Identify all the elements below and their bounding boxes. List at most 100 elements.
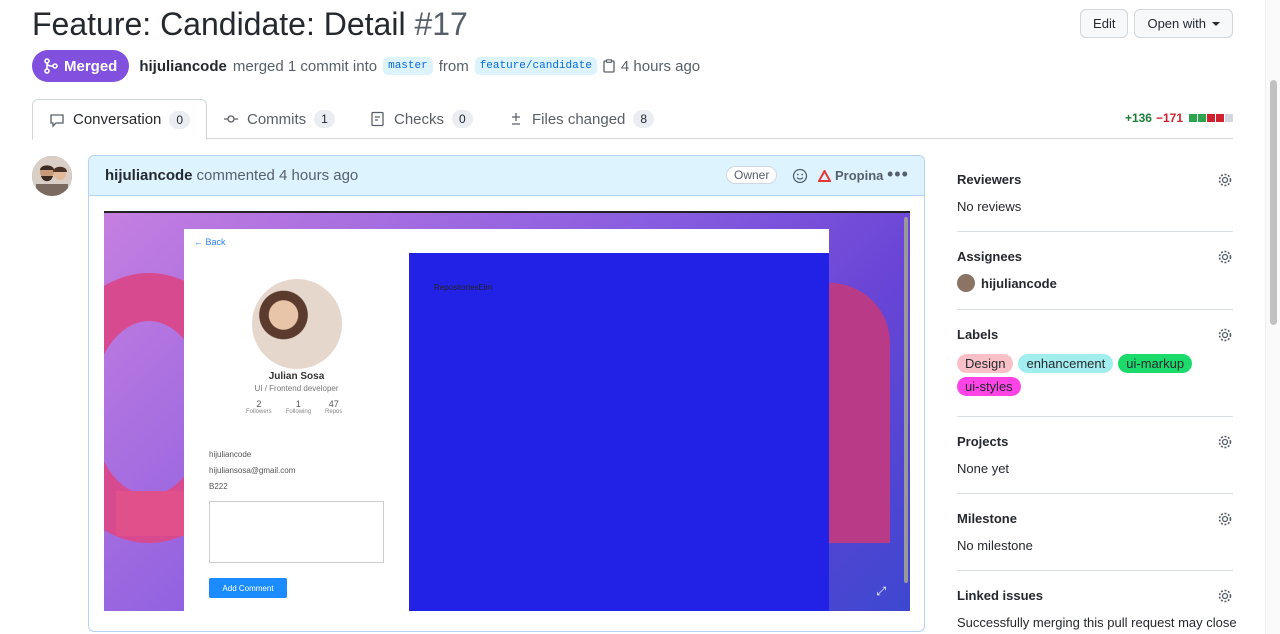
- author-avatar[interactable]: [32, 156, 72, 196]
- page-scrollbar[interactable]: [1265, 0, 1280, 634]
- checklist-icon: [371, 111, 384, 127]
- linked-issues-value: Successfully merging this pull request m…: [957, 615, 1237, 630]
- stat-value: 47: [328, 399, 339, 409]
- info-user: hijuliancode: [209, 450, 252, 459]
- propina-label: Propina: [835, 168, 884, 183]
- smiley-icon[interactable]: [792, 168, 808, 184]
- top-actions: Edit Open with: [1080, 9, 1233, 38]
- gear-icon[interactable]: [1217, 172, 1233, 188]
- open-with-button[interactable]: Open with: [1134, 9, 1233, 38]
- tab-checks-label: Checks: [394, 110, 445, 128]
- label-enhancement[interactable]: enhancement: [1018, 354, 1114, 373]
- stat-label: Following: [285, 409, 312, 415]
- add-comment-button-preview: Add Comment: [209, 578, 287, 598]
- avatar-image: [32, 156, 72, 196]
- edit-button[interactable]: Edit: [1080, 9, 1129, 38]
- gear-icon[interactable]: [1217, 588, 1233, 604]
- comment-author-link[interactable]: hijuliancode: [105, 167, 193, 184]
- comment-icon: [50, 113, 64, 128]
- comment-meta: commented 4 hours ago: [196, 167, 359, 184]
- label-design[interactable]: Design: [957, 354, 1014, 373]
- profile-stats: 2 Followers 1 Following 47 Repos: [246, 399, 342, 415]
- reviewers-value: No reviews: [957, 199, 1022, 214]
- merge-icon: [44, 58, 58, 74]
- from-text: from: [438, 57, 469, 75]
- gear-icon[interactable]: [1217, 249, 1233, 265]
- milestone-value: No milestone: [957, 538, 1033, 553]
- labels-title[interactable]: Labels: [957, 327, 1233, 342]
- app-window: ← Back RepositoriesElm Julian Sosa UI / …: [184, 229, 829, 611]
- more-options-icon[interactable]: •••: [887, 164, 909, 185]
- diff-block: [1198, 114, 1206, 122]
- base-branch[interactable]: master: [383, 57, 433, 75]
- bg-shape-bar: [116, 491, 186, 536]
- pr-title-text: Feature: Candidate: Detail: [32, 6, 406, 42]
- sidebar-labels: Labels Design enhancement ui-markup ui-s…: [957, 310, 1233, 417]
- tab-checks[interactable]: Checks 0: [370, 99, 473, 139]
- tab-commits-count: 1: [314, 110, 335, 128]
- stat-label: Repos: [325, 409, 343, 415]
- reviewers-title[interactable]: Reviewers: [957, 172, 1233, 187]
- diffstat-blocks: [1189, 114, 1233, 122]
- tab-commits-label: Commits: [247, 110, 307, 128]
- stat-following: 1 Following: [286, 399, 311, 415]
- pr-author-link[interactable]: hijuliancode: [139, 58, 227, 75]
- back-link: ← Back: [194, 237, 226, 247]
- copy-icon[interactable]: [603, 59, 615, 73]
- diff-block: [1216, 114, 1224, 122]
- pr-number: #17: [414, 6, 468, 42]
- stat-value: 1: [295, 399, 301, 409]
- head-branch[interactable]: feature/candidate: [474, 57, 597, 75]
- tab-files-changed[interactable]: Files changed 8: [508, 99, 655, 139]
- sidebar: Reviewers No reviews Assignees hijulianc…: [957, 155, 1237, 634]
- caret-down-icon: [1212, 21, 1220, 26]
- propina-extension[interactable]: Propina: [818, 168, 883, 183]
- propina-logo-icon: [818, 169, 831, 182]
- tab-files-changed-label: Files changed: [532, 110, 626, 128]
- assignee-avatar: [957, 274, 975, 292]
- sidebar-linked-issues: Linked issues Successfully merging this …: [957, 571, 1237, 634]
- profile-role: UI / Frontend developer: [254, 384, 339, 393]
- stat-followers: 2 Followers: [246, 399, 272, 415]
- sidebar-projects: Projects None yet: [957, 417, 1233, 494]
- merged-status-badge: Merged: [32, 50, 130, 82]
- comment-header: hijuliancode commented 4 hours ago Owner…: [89, 156, 924, 196]
- expand-icon: ⤢: [876, 584, 886, 598]
- pr-tabs: Conversation 0 Commits 1 Checks 0 Files …: [32, 99, 1233, 140]
- gear-icon[interactable]: [1217, 511, 1233, 527]
- commit-icon: [224, 115, 238, 123]
- milestone-title[interactable]: Milestone: [957, 511, 1233, 526]
- assignee-item[interactable]: hijuliancode: [957, 274, 1233, 292]
- linked-issues-title[interactable]: Linked issues: [957, 588, 1233, 603]
- comment-textarea-preview: [209, 501, 384, 563]
- labels-list: Design enhancement ui-markup ui-styles: [957, 354, 1233, 396]
- sidebar-assignees: Assignees hijuliancode: [957, 232, 1233, 310]
- profile-name: Julian Sosa: [268, 371, 325, 382]
- projects-title[interactable]: Projects: [957, 434, 1233, 449]
- pr-title: Feature: Candidate: Detail #17: [32, 6, 468, 43]
- tab-conversation-count: 0: [169, 110, 191, 129]
- merged-status-label: Merged: [64, 57, 118, 75]
- sidebar-reviewers: Reviewers No reviews: [957, 155, 1233, 232]
- label-ui-styles[interactable]: ui-styles: [957, 377, 1021, 396]
- info-id: B222: [209, 482, 228, 491]
- tab-conversation[interactable]: Conversation 0: [32, 99, 208, 140]
- gear-icon[interactable]: [1217, 327, 1233, 343]
- comment-screenshot[interactable]: ← Back RepositoriesElm Julian Sosa UI / …: [104, 211, 910, 611]
- diffstat: +136 −171: [1125, 111, 1233, 125]
- projects-value: None yet: [957, 461, 1010, 476]
- stat-label: Followers: [246, 409, 272, 415]
- sidebar-milestone: Milestone No milestone: [957, 494, 1233, 571]
- tab-commits[interactable]: Commits 1: [223, 99, 335, 139]
- gear-icon[interactable]: [1217, 434, 1233, 450]
- screenshot-scrollbar: [904, 217, 908, 583]
- info-email: hijuliansosa@gmail.com: [209, 466, 296, 475]
- assignees-title[interactable]: Assignees: [957, 249, 1233, 264]
- open-with-label: Open with: [1147, 16, 1206, 31]
- scrollbar-thumb[interactable]: [1270, 80, 1277, 325]
- label-ui-markup[interactable]: ui-markup: [1118, 354, 1193, 373]
- tab-checks-count: 0: [452, 110, 473, 128]
- comment-card: hijuliancode commented 4 hours ago Owner…: [88, 155, 925, 632]
- stat-value: 2: [256, 399, 262, 409]
- merge-action-text: merged 1 commit into: [232, 57, 378, 75]
